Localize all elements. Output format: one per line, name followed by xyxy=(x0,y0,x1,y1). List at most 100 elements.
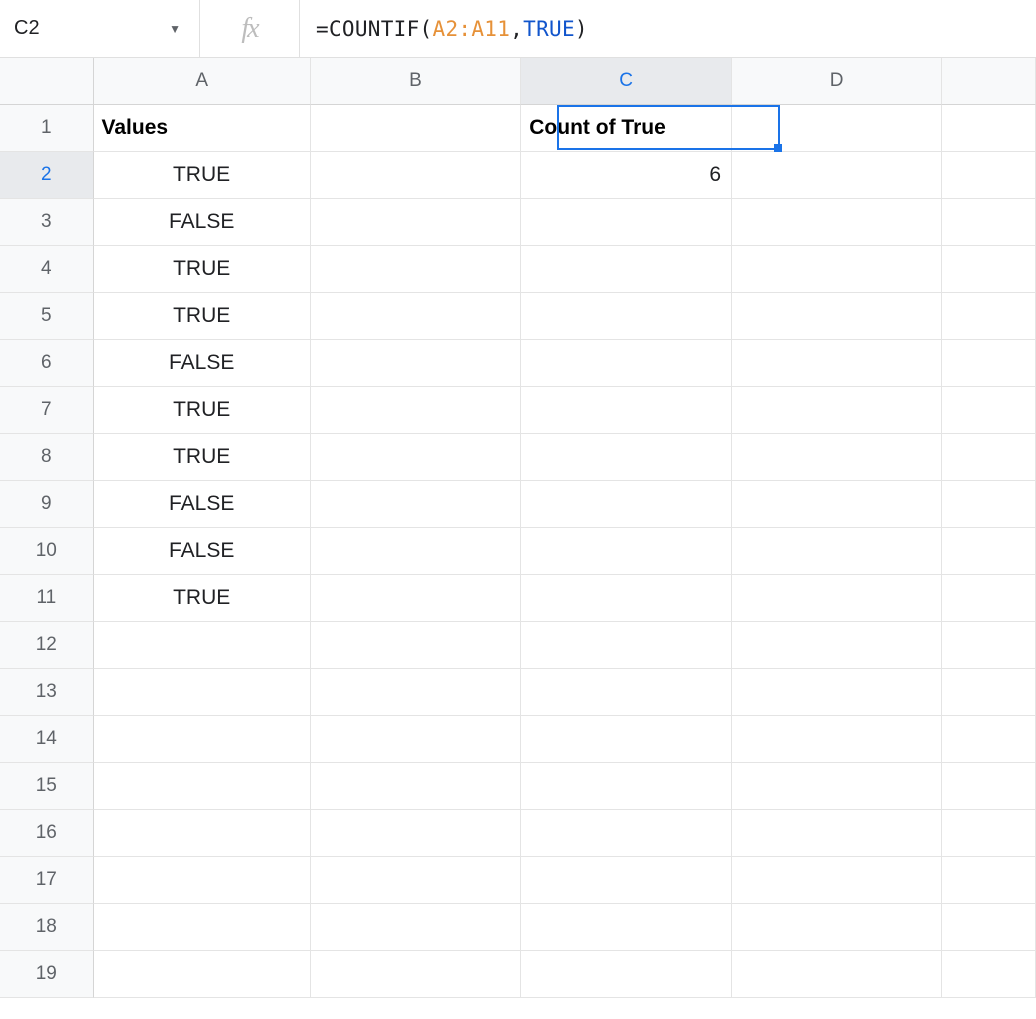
cell-E1[interactable] xyxy=(942,105,1036,152)
cell-D13[interactable] xyxy=(732,669,943,716)
cell-C8[interactable] xyxy=(521,434,732,481)
cell-A6[interactable]: FALSE xyxy=(94,340,311,387)
row-header[interactable]: 11 xyxy=(0,575,94,622)
cell-C4[interactable] xyxy=(521,246,732,293)
cell-B15[interactable] xyxy=(311,763,522,810)
cell-E3[interactable] xyxy=(942,199,1036,246)
cell-A14[interactable] xyxy=(94,716,311,763)
cell-C17[interactable] xyxy=(521,857,732,904)
cell-B4[interactable] xyxy=(311,246,522,293)
cell-E4[interactable] xyxy=(942,246,1036,293)
cell-D7[interactable] xyxy=(732,387,943,434)
row-header[interactable]: 10 xyxy=(0,528,94,575)
cell-A9[interactable]: FALSE xyxy=(94,481,311,528)
cell-A17[interactable] xyxy=(94,857,311,904)
cell-C3[interactable] xyxy=(521,199,732,246)
col-header-C[interactable]: C xyxy=(521,58,732,105)
cell-C7[interactable] xyxy=(521,387,732,434)
cell-B1[interactable] xyxy=(311,105,521,152)
cell-E17[interactable] xyxy=(942,857,1036,904)
row-header[interactable]: 13 xyxy=(0,669,94,716)
cell-A19[interactable] xyxy=(94,951,311,998)
cell-A1[interactable]: Values xyxy=(94,105,311,152)
cell-E7[interactable] xyxy=(942,387,1036,434)
cell-E11[interactable] xyxy=(942,575,1036,622)
cell-D2[interactable] xyxy=(732,152,942,199)
row-header[interactable]: 14 xyxy=(0,716,94,763)
cell-D3[interactable] xyxy=(732,199,943,246)
cell-B5[interactable] xyxy=(311,293,522,340)
cell-C1[interactable]: Count of True xyxy=(521,105,732,152)
cell-B7[interactable] xyxy=(311,387,522,434)
cell-B11[interactable] xyxy=(311,575,522,622)
cell-A11[interactable]: TRUE xyxy=(94,575,311,622)
cell-B8[interactable] xyxy=(311,434,522,481)
col-header-extra[interactable] xyxy=(942,58,1036,105)
cell-C19[interactable] xyxy=(521,951,732,998)
cell-C2[interactable]: 6 xyxy=(521,152,732,199)
cell-D19[interactable] xyxy=(732,951,943,998)
cell-D9[interactable] xyxy=(732,481,943,528)
cell-E15[interactable] xyxy=(942,763,1036,810)
cell-D1[interactable] xyxy=(732,105,942,152)
cell-E18[interactable] xyxy=(942,904,1036,951)
cell-C10[interactable] xyxy=(521,528,732,575)
col-header-B[interactable]: B xyxy=(311,58,522,105)
cell-D16[interactable] xyxy=(732,810,943,857)
cell-A5[interactable]: TRUE xyxy=(94,293,311,340)
cell-E19[interactable] xyxy=(942,951,1036,998)
cell-A4[interactable]: TRUE xyxy=(94,246,311,293)
cell-D15[interactable] xyxy=(732,763,943,810)
cell-A3[interactable]: FALSE xyxy=(94,199,311,246)
cell-B9[interactable] xyxy=(311,481,522,528)
cell-B17[interactable] xyxy=(311,857,522,904)
cell-C9[interactable] xyxy=(521,481,732,528)
cell-E14[interactable] xyxy=(942,716,1036,763)
cell-C18[interactable] xyxy=(521,904,732,951)
cell-E13[interactable] xyxy=(942,669,1036,716)
cell-E8[interactable] xyxy=(942,434,1036,481)
cell-A7[interactable]: TRUE xyxy=(94,387,311,434)
cell-A10[interactable]: FALSE xyxy=(94,528,311,575)
row-header[interactable]: 7 xyxy=(0,387,94,434)
name-box[interactable]: C2 ▼ xyxy=(0,0,200,57)
cell-C13[interactable] xyxy=(521,669,732,716)
row-header[interactable]: 18 xyxy=(0,904,94,951)
cell-D5[interactable] xyxy=(732,293,943,340)
cell-B2[interactable] xyxy=(311,152,521,199)
row-header[interactable]: 8 xyxy=(0,434,94,481)
cell-A2[interactable]: TRUE xyxy=(94,152,311,199)
cell-E6[interactable] xyxy=(942,340,1036,387)
cell-E5[interactable] xyxy=(942,293,1036,340)
cell-B3[interactable] xyxy=(311,199,522,246)
cell-C12[interactable] xyxy=(521,622,732,669)
row-header[interactable]: 12 xyxy=(0,622,94,669)
cell-A18[interactable] xyxy=(94,904,311,951)
cell-B10[interactable] xyxy=(311,528,522,575)
cell-C11[interactable] xyxy=(521,575,732,622)
cell-E2[interactable] xyxy=(942,152,1036,199)
row-header[interactable]: 1 xyxy=(0,105,94,152)
formula-input[interactable]: =COUNTIF(A2:A11, TRUE) xyxy=(300,0,1036,57)
row-header[interactable]: 2 xyxy=(0,152,94,199)
cell-C6[interactable] xyxy=(521,340,732,387)
select-all-corner[interactable] xyxy=(0,58,94,105)
cell-D10[interactable] xyxy=(732,528,943,575)
row-header[interactable]: 16 xyxy=(0,810,94,857)
cell-D18[interactable] xyxy=(732,904,943,951)
cell-D6[interactable] xyxy=(732,340,943,387)
cell-B6[interactable] xyxy=(311,340,522,387)
cell-C14[interactable] xyxy=(521,716,732,763)
cell-B16[interactable] xyxy=(311,810,522,857)
cell-A16[interactable] xyxy=(94,810,311,857)
chevron-down-icon[interactable]: ▼ xyxy=(169,22,181,36)
row-header[interactable]: 15 xyxy=(0,763,94,810)
cell-E16[interactable] xyxy=(942,810,1036,857)
row-header[interactable]: 17 xyxy=(0,857,94,904)
cell-D14[interactable] xyxy=(732,716,943,763)
row-header[interactable]: 6 xyxy=(0,340,94,387)
cell-D12[interactable] xyxy=(732,622,943,669)
spreadsheet-grid[interactable]: A B C D 1ValuesCount of True2TRUE63FALSE… xyxy=(0,58,1036,998)
cell-C16[interactable] xyxy=(521,810,732,857)
col-header-D[interactable]: D xyxy=(732,58,943,105)
